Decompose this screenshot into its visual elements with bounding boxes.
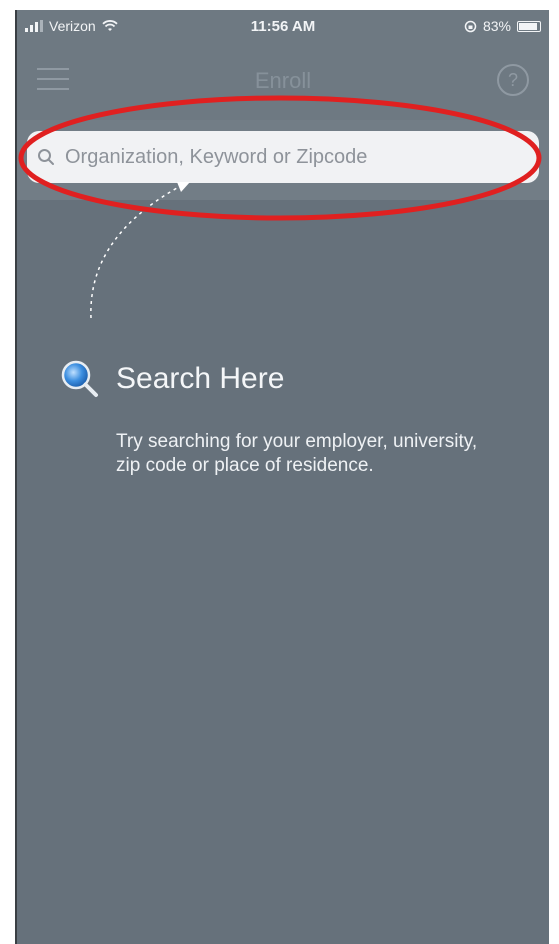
- search-bar[interactable]: [27, 131, 539, 183]
- status-bar: Verizon 11:56 AM 83%: [17, 10, 549, 48]
- search-input[interactable]: [63, 144, 527, 170]
- page-title: Enroll: [254, 68, 312, 93]
- status-right: 83%: [464, 18, 541, 34]
- nav-bar: Enroll ?: [17, 48, 549, 120]
- rotation-lock-icon: [464, 20, 477, 32]
- help-icon[interactable]: ?: [497, 64, 529, 96]
- battery-percent: 83%: [482, 18, 511, 34]
- search-area: [17, 120, 549, 200]
- hint-description: Try searching for your employer, univers…: [116, 431, 478, 476]
- search-icon: [38, 149, 54, 165]
- phone-screenshot: Verizon 11:56 AM 83% Enroll ? Organizati…: [0, 0, 559, 944]
- hint-title: Search Here: [116, 362, 285, 395]
- magnifier-icon: [61, 360, 98, 397]
- app-screen: Verizon 11:56 AM 83% Enroll ? Organizati…: [17, 10, 549, 944]
- battery-icon: [517, 20, 541, 32]
